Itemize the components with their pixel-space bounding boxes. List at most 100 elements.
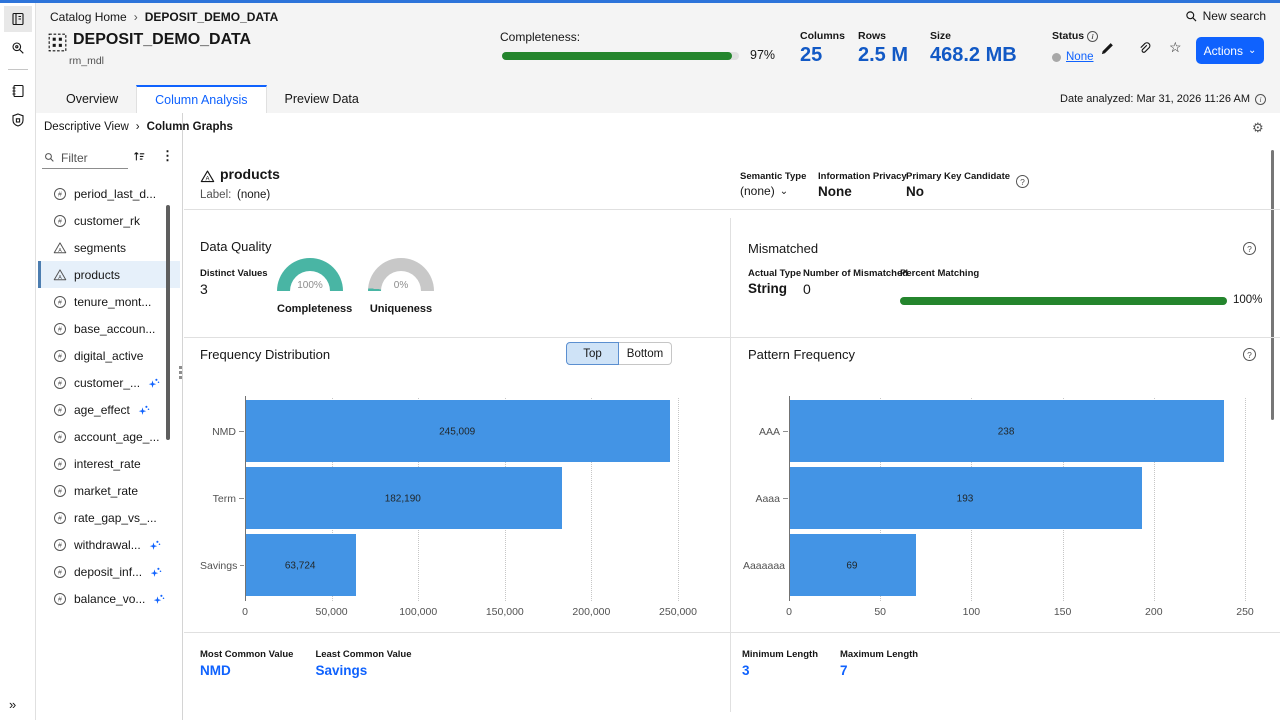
sidebar-item-age-effect[interactable]: #age_effect xyxy=(38,396,180,423)
sidebar-scrollbar[interactable] xyxy=(166,205,170,440)
column-name-label: rate_gap_vs_... xyxy=(74,511,157,525)
edit-pencil-icon[interactable] xyxy=(1100,41,1115,56)
sidebar-item-balance-vo[interactable]: #balance_vo... xyxy=(38,585,180,612)
column-name: products xyxy=(220,166,280,182)
column-name-label: balance_vo... xyxy=(74,592,145,606)
svg-text:#: # xyxy=(58,191,62,198)
status-value-link[interactable]: None xyxy=(1066,51,1094,63)
breadcrumb-catalog-home[interactable]: Catalog Home xyxy=(50,10,127,24)
column-name-label: deposit_inf... xyxy=(74,565,142,579)
completeness-progress xyxy=(502,52,739,60)
rail-discover-icon[interactable] xyxy=(4,35,32,61)
gear-icon[interactable]: ⚙ xyxy=(1252,120,1264,136)
gauge-uniqueness: 0%Uniqueness xyxy=(368,258,434,315)
sidebar-item-customer-rk[interactable]: #customer_rk xyxy=(38,207,180,234)
search-icon xyxy=(1185,10,1198,23)
pattern-help-icon[interactable]: ? xyxy=(1243,348,1256,361)
tab-column-analysis[interactable]: Column Analysis xyxy=(136,85,266,113)
gauge-arc-completeness: 100% xyxy=(277,258,343,291)
date-analyzed: Date analyzed: Mar 31, 2026 11:26 AMi xyxy=(1060,93,1266,105)
rail-governance-shield-icon[interactable] xyxy=(4,107,32,133)
semantic-type-select[interactable]: (none)⌄ xyxy=(740,184,788,198)
toggle-bottom[interactable]: Bottom xyxy=(619,342,672,365)
rail-notebook-icon[interactable] xyxy=(4,78,32,104)
x-tick-label: 150 xyxy=(1054,606,1072,618)
svg-text:#: # xyxy=(58,353,62,360)
mismatched-count-label: Number of Mismatched xyxy=(803,268,908,279)
summary-minimum-length: Minimum Length 3 xyxy=(742,649,818,678)
sidebar-item-products[interactable]: Aproducts xyxy=(38,261,180,288)
summary-label: Maximum Length xyxy=(840,649,918,660)
bar-value-label: 63,724 xyxy=(285,560,316,571)
category-label-aaa: AAA xyxy=(745,398,789,465)
column-help-icon[interactable]: ? xyxy=(1016,175,1029,188)
overflow-menu-icon[interactable]: ⋮ xyxy=(161,148,174,164)
sidebar-item-base-accoun[interactable]: #base_accoun... xyxy=(38,315,180,342)
page-scrollbar[interactable] xyxy=(1271,150,1274,420)
pattern-frequency-title: Pattern Frequency xyxy=(748,347,855,362)
breadcrumb-column-graphs: Column Graphs xyxy=(147,121,233,133)
sidebar-item-deposit-inf[interactable]: #deposit_inf... xyxy=(38,558,180,585)
category-text: AAA xyxy=(759,426,780,438)
bar-value-label: 69 xyxy=(846,560,857,571)
numeric-column-icon: # xyxy=(53,511,67,525)
sidebar-item-interest-rate[interactable]: #interest_rate xyxy=(38,450,180,477)
link-paperclip-icon[interactable] xyxy=(1137,41,1152,56)
stat-rows: Rows2.5 M xyxy=(858,30,930,67)
resize-handle[interactable] xyxy=(179,366,182,379)
date-info-icon[interactable]: i xyxy=(1255,94,1266,105)
filter-input[interactable]: Filter xyxy=(42,147,128,169)
chevron-right-icon: › xyxy=(136,121,140,133)
svg-text:#: # xyxy=(58,542,62,549)
sidebar-item-segments[interactable]: Asegments xyxy=(38,234,180,261)
breadcrumb-descriptive-view[interactable]: Descriptive View xyxy=(44,121,129,133)
summary-least-common-value: Least Common ValueSavings xyxy=(315,649,411,678)
category-text: Savings xyxy=(200,560,237,572)
rail-catalog-icon[interactable] xyxy=(4,6,32,32)
svg-text:#: # xyxy=(58,434,62,441)
app-window: » Catalog Home › DEPOSIT_DEMO_DATA New s… xyxy=(0,0,1280,720)
column-name-label: account_age_... xyxy=(74,430,159,444)
tab-preview-data[interactable]: Preview Data xyxy=(267,85,377,113)
dataset-icon xyxy=(47,32,68,53)
sidebar-item-rate-gap-vs[interactable]: # rate_gap_vs_... xyxy=(38,504,180,531)
mismatched-count-value: 0 xyxy=(803,281,811,297)
sidebar-item-period-last-d[interactable]: #period_last_d... xyxy=(38,180,180,207)
toggle-top[interactable]: Top xyxy=(566,342,619,365)
sidebar-item-account-age[interactable]: # account_age_... xyxy=(38,423,180,450)
sidebar-item-digital-active[interactable]: #digital_active xyxy=(38,342,180,369)
summary-value[interactable]: Savings xyxy=(315,663,411,678)
summary-value[interactable]: NMD xyxy=(200,663,293,678)
axis-tick xyxy=(240,565,244,566)
sidebar-item-withdrawal[interactable]: #withdrawal... xyxy=(38,531,180,558)
category-label-nmd: NMD xyxy=(200,398,245,465)
string-column-icon: A xyxy=(200,169,215,184)
actions-button[interactable]: Actions⌄ xyxy=(1196,37,1264,64)
sidebar-item-market-rate[interactable]: #market_rate xyxy=(38,477,180,504)
y-axis-labels: NMDTermSavings xyxy=(200,398,245,623)
new-search-button[interactable]: New search xyxy=(1185,9,1266,23)
sidebar-item-customer[interactable]: #customer_... xyxy=(38,369,180,396)
chevron-down-icon: ⌄ xyxy=(1248,45,1256,56)
frequency-distribution-title: Frequency Distribution xyxy=(200,347,330,362)
mismatched-help-icon[interactable]: ? xyxy=(1243,242,1256,255)
star-icon[interactable]: ☆ xyxy=(1169,39,1182,56)
summary-value[interactable]: 7 xyxy=(840,663,918,678)
x-tick-label: 50 xyxy=(874,606,886,618)
stat-value: 25 xyxy=(800,44,858,67)
sort-icon[interactable] xyxy=(132,149,146,163)
top-bottom-toggle: TopBottom xyxy=(566,342,672,365)
column-name-label: tenure_mont... xyxy=(74,295,151,309)
collapse-sidebar-icon[interactable]: » xyxy=(9,697,16,712)
sidebar-item-tenure-mont[interactable]: #tenure_mont... xyxy=(38,288,180,315)
asset-stats: Columns25Rows2.5 MSize468.2 MB xyxy=(800,30,1052,67)
x-tick-label: 250,000 xyxy=(659,606,697,618)
tab-overview[interactable]: Overview xyxy=(48,85,136,113)
gauge-label: Uniqueness xyxy=(368,303,434,315)
filter-placeholder: Filter xyxy=(61,151,88,165)
numeric-column-icon: # xyxy=(53,349,67,363)
summary-value[interactable]: 3 xyxy=(742,663,818,678)
status-info-icon[interactable]: i xyxy=(1087,31,1098,42)
summary-label: Minimum Length xyxy=(742,649,818,660)
string-column-icon: A xyxy=(53,268,67,282)
